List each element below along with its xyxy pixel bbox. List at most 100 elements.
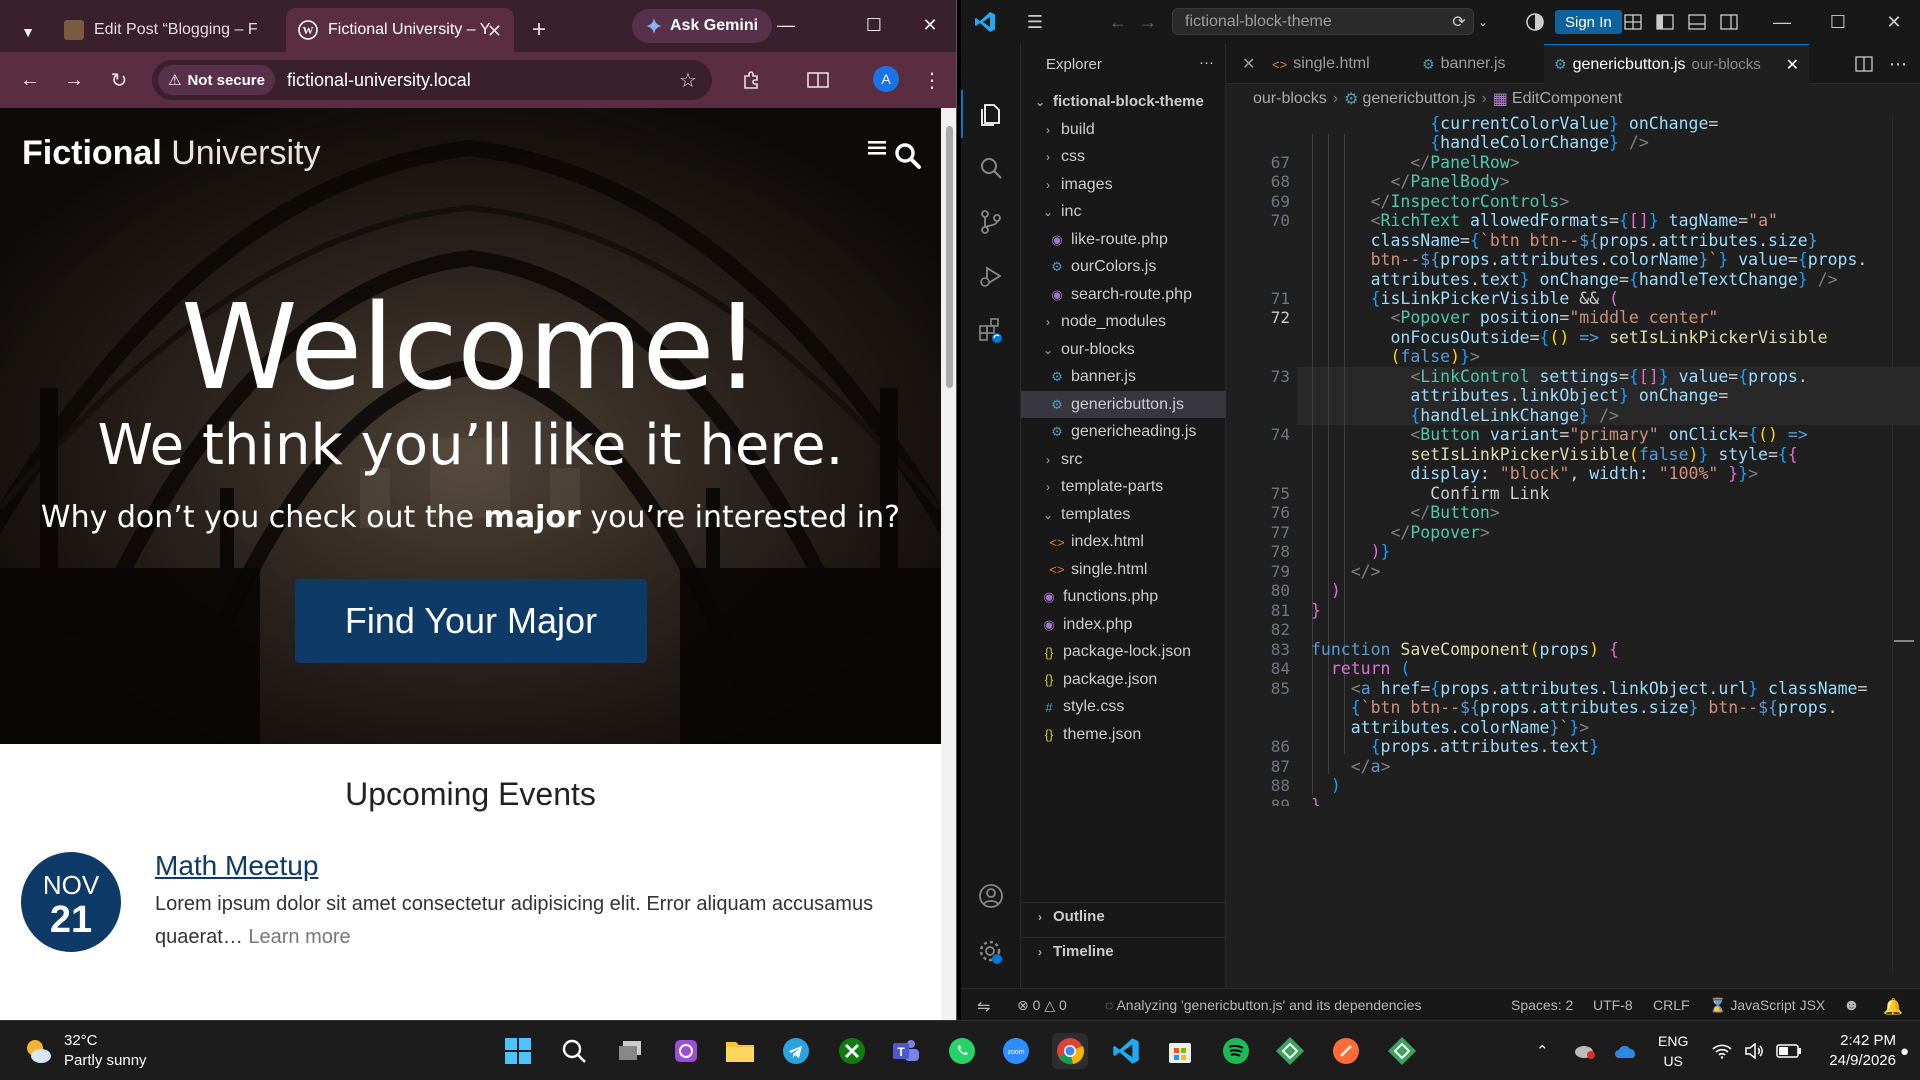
nav-forward-icon[interactable]: →	[1136, 10, 1160, 34]
find-your-major-button[interactable]: Find Your Major	[295, 579, 647, 663]
url-text[interactable]: fictional-university.local	[287, 70, 471, 91]
file-item[interactable]: {} theme.json	[1021, 721, 1226, 748]
file-item[interactable]: ⚙ banner.js	[1021, 364, 1226, 391]
search-icon[interactable]	[894, 142, 922, 170]
eol-status[interactable]: CRLF	[1653, 997, 1690, 1013]
file-item[interactable]: ◉ search-route.php	[1021, 281, 1226, 308]
file-item[interactable]: ⚙ ourColors.js	[1021, 254, 1226, 281]
toggle-sidebar-icon[interactable]	[1653, 10, 1677, 34]
indentation-status[interactable]: Spaces: 2	[1511, 997, 1573, 1013]
more-actions-icon[interactable]: ⋯	[1886, 52, 1910, 76]
wifi-icon[interactable]	[1712, 1021, 1732, 1080]
toggle-panel-icon[interactable]	[1685, 10, 1709, 34]
microsoft-store-icon[interactable]	[1162, 1033, 1198, 1069]
file-explorer-icon[interactable]	[722, 1033, 758, 1069]
file-item[interactable]: ⚙ genericbutton.js	[1021, 391, 1226, 418]
weather-widget[interactable]: 32°C Partly sunny	[22, 1031, 147, 1071]
profile-avatar[interactable]: A	[873, 66, 899, 92]
postman-icon[interactable]	[1328, 1033, 1364, 1069]
file-item[interactable]: ⚙ genericheading.js	[1021, 419, 1226, 446]
close-tab-icon[interactable]: ✕	[1786, 55, 1799, 75]
maximize-button[interactable]: ☐	[1823, 10, 1853, 34]
search-icon[interactable]	[556, 1033, 592, 1069]
system-clock[interactable]: 2:42 PM 24/9/2026	[1826, 1031, 1896, 1071]
reading-mode-icon[interactable]	[806, 68, 830, 92]
folder-item[interactable]: › src	[1021, 446, 1226, 473]
minimize-button[interactable]: —	[764, 10, 808, 40]
back-icon[interactable]: ←	[18, 68, 42, 92]
site-brand[interactable]: Fictional University	[22, 134, 321, 173]
file-item[interactable]: ◉ functions.php	[1021, 584, 1226, 611]
new-tab-button[interactable]: +	[520, 8, 558, 52]
kebab-menu-icon[interactable]: ⋮	[920, 68, 944, 92]
run-debug-icon[interactable]	[969, 254, 1013, 298]
chevron-down-icon[interactable]: ⌄	[1473, 10, 1493, 34]
timeline-section[interactable]: › Timeline	[1021, 937, 1226, 965]
folder-item[interactable]: › template-parts	[1021, 474, 1226, 501]
source-control-icon[interactable]	[969, 200, 1013, 244]
file-item[interactable]: {} package-lock.json	[1021, 639, 1226, 666]
breadcrumb-item[interactable]: EditComponent	[1512, 90, 1622, 108]
close-window-button[interactable]: ✕	[1879, 10, 1909, 34]
photos-app-icon[interactable]	[668, 1033, 704, 1069]
address-bar[interactable]: ⚠ Not secure fictional-university.local	[152, 60, 712, 100]
telegram-icon[interactable]	[778, 1033, 814, 1069]
encoding-status[interactable]: UTF-8	[1593, 997, 1633, 1013]
not-secure-chip[interactable]: ⚠ Not secure	[158, 65, 275, 95]
xbox-icon[interactable]	[834, 1033, 870, 1069]
folder-item[interactable]: ⌄ inc	[1021, 199, 1226, 226]
copilot-icon[interactable]: ☻	[1843, 997, 1860, 1015]
tray-app-icon[interactable]	[1574, 1021, 1596, 1080]
forward-icon[interactable]: →	[62, 68, 86, 92]
close-tab-icon[interactable]: ✕	[1232, 44, 1265, 84]
vscode-taskbar-icon[interactable]	[1108, 1033, 1144, 1069]
tab-edit-post[interactable]: Edit Post “Blogging – F	[52, 8, 282, 52]
file-item[interactable]: # style.css	[1021, 694, 1226, 721]
file-item[interactable]: {} package.json	[1021, 666, 1226, 693]
command-center-search[interactable]: fictional-block-theme	[1172, 8, 1474, 35]
bookmark-star-icon[interactable]: ☆	[676, 68, 700, 92]
onedrive-icon[interactable]	[1614, 1021, 1638, 1080]
whatsapp-icon[interactable]	[944, 1033, 980, 1069]
battery-icon[interactable]	[1776, 1021, 1802, 1080]
spotify-icon[interactable]	[1218, 1033, 1254, 1069]
file-item[interactable]: ◉ index.php	[1021, 611, 1226, 638]
editor-tab-genericbutton-js[interactable]: ⚙ genericbutton.js our-blocks ✕	[1544, 44, 1809, 84]
explorer-icon[interactable]	[969, 92, 1013, 136]
explorer-more-icon[interactable]: ···	[1199, 54, 1214, 71]
remote-icon[interactable]: ⇋	[977, 997, 990, 1017]
teams-icon[interactable]: T	[888, 1033, 924, 1069]
workspace-root[interactable]: ⌄ fictional-block-theme	[1021, 88, 1226, 115]
close-window-button[interactable]: ✕	[908, 10, 952, 40]
zoom-icon[interactable]: zoom	[998, 1033, 1034, 1069]
editor-tab-single-html[interactable]: <> single.html	[1262, 44, 1380, 84]
notifications-bell-icon[interactable]: 🔔	[1883, 997, 1903, 1017]
folder-item[interactable]: › images	[1021, 171, 1226, 198]
manage-gear-icon[interactable]	[969, 930, 1013, 974]
copilot-sync-icon[interactable]: ⟳	[1447, 10, 1471, 34]
language-indicator[interactable]: ENG US	[1658, 1031, 1688, 1071]
ask-gemini-button[interactable]: Ask Gemini	[632, 9, 773, 43]
extensions-icon[interactable]	[969, 308, 1013, 352]
app-green-diamond-icon[interactable]	[1272, 1033, 1308, 1069]
layout-grid-icon[interactable]	[1621, 10, 1645, 34]
chrome-icon[interactable]	[1052, 1033, 1088, 1069]
reload-icon[interactable]: ↻	[107, 68, 131, 92]
task-view-icon[interactable]	[612, 1033, 648, 1069]
extensions-icon[interactable]	[740, 68, 764, 92]
notification-bell-icon[interactable]: ●	[1900, 1021, 1909, 1080]
split-editor-icon[interactable]	[1852, 52, 1876, 76]
page-scrollbar-thumb[interactable]	[946, 126, 953, 388]
folder-item[interactable]: ⌄ our-blocks	[1021, 336, 1226, 363]
breadcrumb-item[interactable]: genericbutton.js	[1362, 90, 1475, 108]
folder-item[interactable]: ⌄ templates	[1021, 501, 1226, 528]
accounts-half-circle-icon[interactable]	[1523, 10, 1547, 34]
editor-tab-banner-js[interactable]: ⚙ banner.js	[1412, 44, 1516, 84]
show-hidden-icons-chevron-icon[interactable]: ⌃	[1536, 1021, 1549, 1080]
problems-indicator[interactable]: ⊗ 0 △ 0	[1017, 997, 1067, 1014]
app-green-diamond-icon[interactable]	[1384, 1033, 1420, 1069]
minimize-button[interactable]: —	[1767, 10, 1797, 34]
search-icon[interactable]	[969, 146, 1013, 190]
file-item[interactable]: <> index.html	[1021, 529, 1226, 556]
accounts-icon[interactable]	[969, 874, 1013, 918]
